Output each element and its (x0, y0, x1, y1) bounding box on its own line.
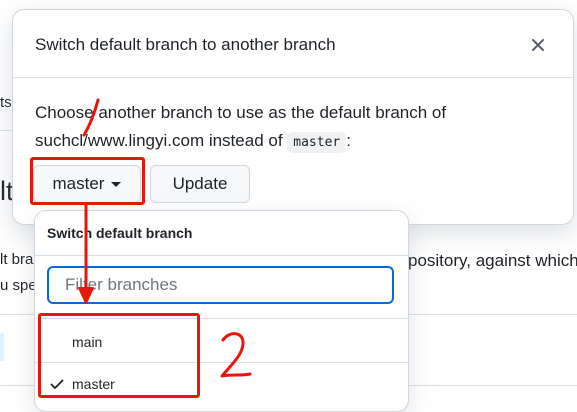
description-suffix: : (346, 131, 351, 150)
filter-branches-input[interactable] (63, 274, 392, 296)
background-divider (0, 130, 12, 131)
background-text-fragment-2: u spe (0, 277, 37, 294)
background-divider-2 (0, 314, 34, 315)
menu-divider (35, 255, 408, 256)
update-button-label: Update (172, 174, 228, 193)
close-icon (532, 39, 544, 51)
background-divider-4 (407, 385, 577, 386)
annotation-box-branch-list (38, 313, 200, 398)
update-button[interactable]: Update (150, 165, 250, 203)
background-text-ts: ts (0, 94, 12, 111)
current-branch-code: master (287, 132, 347, 153)
background-blue-marker (0, 333, 4, 361)
background-divider-5 (0, 385, 34, 386)
dialog-header: Switch default branch to another branch (13, 10, 573, 78)
annotation-box-branch-button (30, 157, 145, 205)
dropdown-title: Switch default branch (47, 225, 193, 241)
filter-branches-field[interactable] (47, 266, 394, 304)
close-button[interactable] (527, 34, 549, 56)
background-divider-3 (407, 314, 577, 315)
dialog-description: Choose another branch to use as the defa… (35, 99, 505, 157)
background-text-repository: pository, against which a (408, 251, 577, 270)
background-text-fragment: lt bra (0, 251, 34, 268)
dialog-title: Switch default branch to another branch (35, 35, 336, 54)
description-text: Choose another branch to use as the defa… (35, 103, 447, 150)
